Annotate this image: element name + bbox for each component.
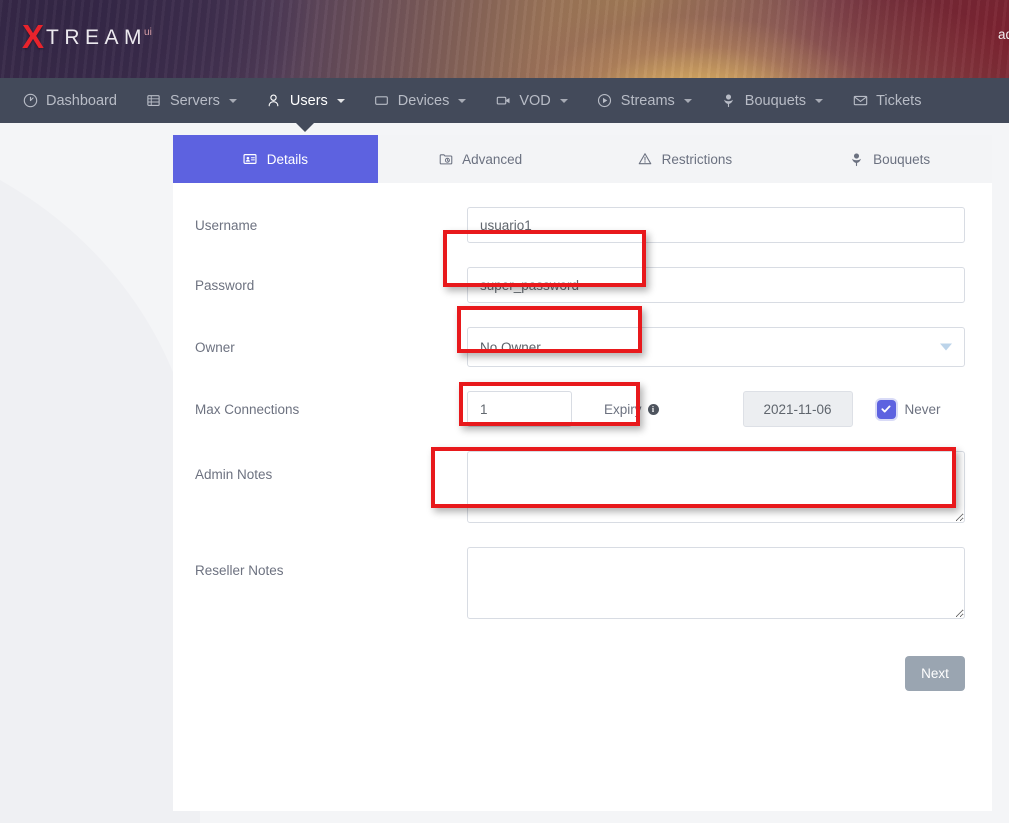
- user-edit-card: Details Advanced Restrictions Bouquets User…: [173, 135, 992, 811]
- nav-item-label: VOD: [519, 93, 550, 109]
- owner-select[interactable]: No Owner: [467, 327, 965, 367]
- video-icon: [495, 93, 511, 109]
- chevron-down-icon: [229, 99, 237, 103]
- nav-item-devices[interactable]: Devices: [374, 78, 467, 123]
- nav-item-tickets[interactable]: Tickets: [852, 78, 921, 123]
- chevron-down-icon: [560, 99, 568, 103]
- password-input[interactable]: [467, 267, 965, 303]
- active-nav-indicator: [296, 123, 314, 132]
- server-icon: [146, 93, 162, 109]
- nav-item-dashboard[interactable]: Dashboard: [22, 78, 117, 123]
- owner-label: Owner: [195, 340, 467, 355]
- logo-x-mark: X: [22, 20, 43, 53]
- nav-item-label: Bouquets: [745, 93, 806, 109]
- contact-card-icon: [243, 152, 258, 167]
- warning-triangle-icon: [638, 152, 653, 167]
- dashboard-icon: [22, 93, 38, 109]
- nav-item-label: Servers: [170, 93, 220, 109]
- password-label: Password: [195, 278, 467, 293]
- nav-item-users[interactable]: Users: [266, 78, 345, 123]
- nav-item-label: Dashboard: [46, 93, 117, 109]
- app-header: X TREAMui ad: [0, 0, 1009, 78]
- never-label: Never: [905, 402, 941, 417]
- expiry-label: Expiry: [604, 402, 642, 417]
- form-row-reseller-notes: Reseller Notes: [195, 547, 965, 619]
- username-input[interactable]: [467, 207, 965, 243]
- bouquet-icon: [849, 152, 864, 167]
- logo-wordmark-text: TREAM: [46, 26, 147, 49]
- nav-item-servers[interactable]: Servers: [146, 78, 237, 123]
- form-row-owner: Owner No Owner: [195, 327, 965, 367]
- nav-item-vod[interactable]: VOD: [495, 78, 567, 123]
- form-footer: Next: [173, 643, 992, 691]
- never-checkbox-group: Never: [877, 400, 941, 419]
- chevron-down-icon: [684, 99, 692, 103]
- tab-label: Advanced: [462, 152, 522, 167]
- xtream-logo[interactable]: X TREAMui: [22, 20, 155, 53]
- nav-item-label: Devices: [398, 93, 450, 109]
- nav-item-label: Tickets: [876, 93, 921, 109]
- chevron-down-icon: [815, 99, 823, 103]
- play-icon: [597, 93, 613, 109]
- mail-icon: [852, 93, 868, 109]
- nav-item-bouquets[interactable]: Bouquets: [721, 78, 823, 123]
- tab-bar: Details Advanced Restrictions Bouquets: [173, 135, 992, 183]
- chevron-down-icon: [337, 99, 345, 103]
- tab-restrictions[interactable]: Restrictions: [583, 135, 788, 183]
- tab-bouquets[interactable]: Bouquets: [787, 135, 992, 183]
- info-icon[interactable]: i: [648, 404, 659, 415]
- form-row-username: Username: [195, 207, 965, 243]
- user-details-form: Username Password Owner No Owner Max Con…: [173, 183, 992, 619]
- username-label: Username: [195, 218, 467, 233]
- max-connections-input[interactable]: [467, 391, 572, 427]
- tab-details[interactable]: Details: [173, 135, 378, 183]
- nav-item-label: Users: [290, 93, 328, 109]
- chevron-down-icon: [458, 99, 466, 103]
- admin-notes-label: Admin Notes: [195, 451, 467, 482]
- check-icon: [880, 403, 892, 415]
- expiry-date-input[interactable]: [743, 391, 853, 427]
- form-row-password: Password: [195, 267, 965, 303]
- never-checkbox[interactable]: [877, 400, 896, 419]
- logo-superscript: ui: [144, 27, 152, 38]
- max-connections-label: Max Connections: [195, 402, 467, 417]
- device-icon: [374, 93, 390, 109]
- form-row-admin-notes: Admin Notes: [195, 451, 965, 523]
- expiry-label-group: Expiry i: [604, 402, 659, 417]
- main-navigation: Dashboard Servers Users Devices VOD Streams Bo…: [0, 78, 1009, 123]
- background-decor-shape: [0, 123, 200, 823]
- tab-label: Details: [267, 152, 308, 167]
- reseller-notes-label: Reseller Notes: [195, 547, 467, 578]
- header-username[interactable]: ad: [998, 27, 1009, 42]
- tab-label: Bouquets: [873, 152, 930, 167]
- settings-folder-icon: [438, 152, 453, 167]
- user-icon: [266, 93, 282, 109]
- nav-item-streams[interactable]: Streams: [597, 78, 692, 123]
- next-button[interactable]: Next: [905, 656, 965, 691]
- admin-notes-textarea[interactable]: [467, 451, 965, 523]
- tab-label: Restrictions: [662, 152, 733, 167]
- form-row-max-connections: Max Connections Expiry i Never: [195, 391, 965, 427]
- logo-wordmark: TREAMui: [46, 27, 155, 48]
- bouquet-icon: [721, 93, 737, 109]
- tab-advanced[interactable]: Advanced: [378, 135, 583, 183]
- nav-item-label: Streams: [621, 93, 675, 109]
- reseller-notes-textarea[interactable]: [467, 547, 965, 619]
